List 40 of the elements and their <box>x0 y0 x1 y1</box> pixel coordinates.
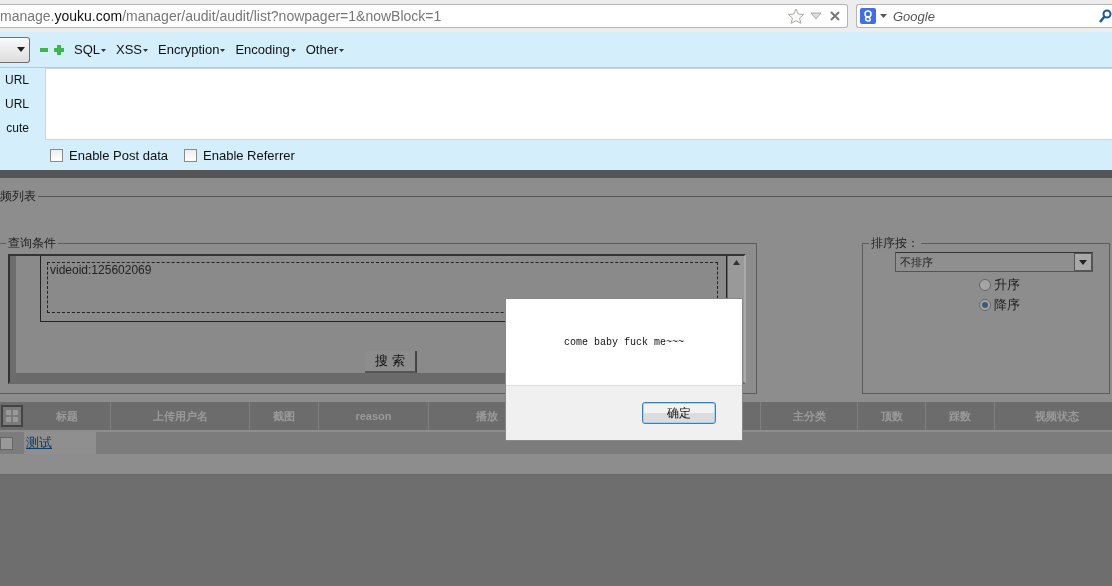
caret-icon <box>1079 259 1087 265</box>
search-bar[interactable]: Google <box>856 4 1112 28</box>
action-link[interactable]: URL <box>5 97 29 111</box>
address-bar[interactable]: manage.youku.com/manager/audit/audit/list?nowpager=1&nowBlock=1 <box>0 4 848 28</box>
option-checkbox[interactable]: Enable Post data <box>50 147 169 163</box>
panel-title: 查询条件 <box>7 235 57 252</box>
star-icon[interactable] <box>787 7 805 25</box>
ok-button[interactable]: 确定 <box>642 402 716 424</box>
action-link[interactable]: URL <box>5 73 29 87</box>
arrow-up-icon[interactable] <box>732 260 740 265</box>
caret-icon <box>101 49 106 52</box>
search-engine-icon[interactable] <box>860 8 876 24</box>
search-field[interactable]: Google <box>891 7 1095 25</box>
url-text: manage.youku.com/manager/audit/audit/list?nowpager=1&nowBlock=1 <box>0 8 443 24</box>
sort-select[interactable]: 不排序 <box>895 252 1093 272</box>
search-button[interactable]: 搜 索 <box>365 351 417 374</box>
menu-button[interactable]: Other <box>305 42 345 57</box>
alert-message: come baby fuck me~~~ <box>564 336 684 348</box>
panel-title: 排序按： <box>870 235 920 252</box>
menu-button[interactable]: XSS <box>116 42 149 57</box>
menu-button[interactable]: Encryption <box>158 42 226 57</box>
menu-button[interactable]: Encoding <box>235 42 296 57</box>
sort-radio[interactable]: 升序 <box>979 276 1109 294</box>
grid-icon[interactable] <box>1 405 23 427</box>
close-icon[interactable] <box>830 11 840 21</box>
caret-icon <box>339 49 345 52</box>
caret-icon <box>220 49 226 52</box>
caret-icon <box>17 47 25 52</box>
search-icon[interactable] <box>1099 9 1112 23</box>
url-input[interactable] <box>45 68 1112 140</box>
caret-icon[interactable] <box>880 14 887 18</box>
option-checkbox[interactable]: Enable Referrer <box>184 147 295 163</box>
menu-button[interactable]: SQL <box>74 42 106 57</box>
sort-radio[interactable]: 降序 <box>979 296 1109 314</box>
section-title: 频列表 <box>0 188 36 205</box>
caret-icon <box>143 49 149 52</box>
row-checkbox[interactable] <box>0 436 13 450</box>
dropdown[interactable] <box>0 36 30 63</box>
caret-icon <box>290 49 296 52</box>
action-link[interactable]: cute <box>6 121 29 135</box>
